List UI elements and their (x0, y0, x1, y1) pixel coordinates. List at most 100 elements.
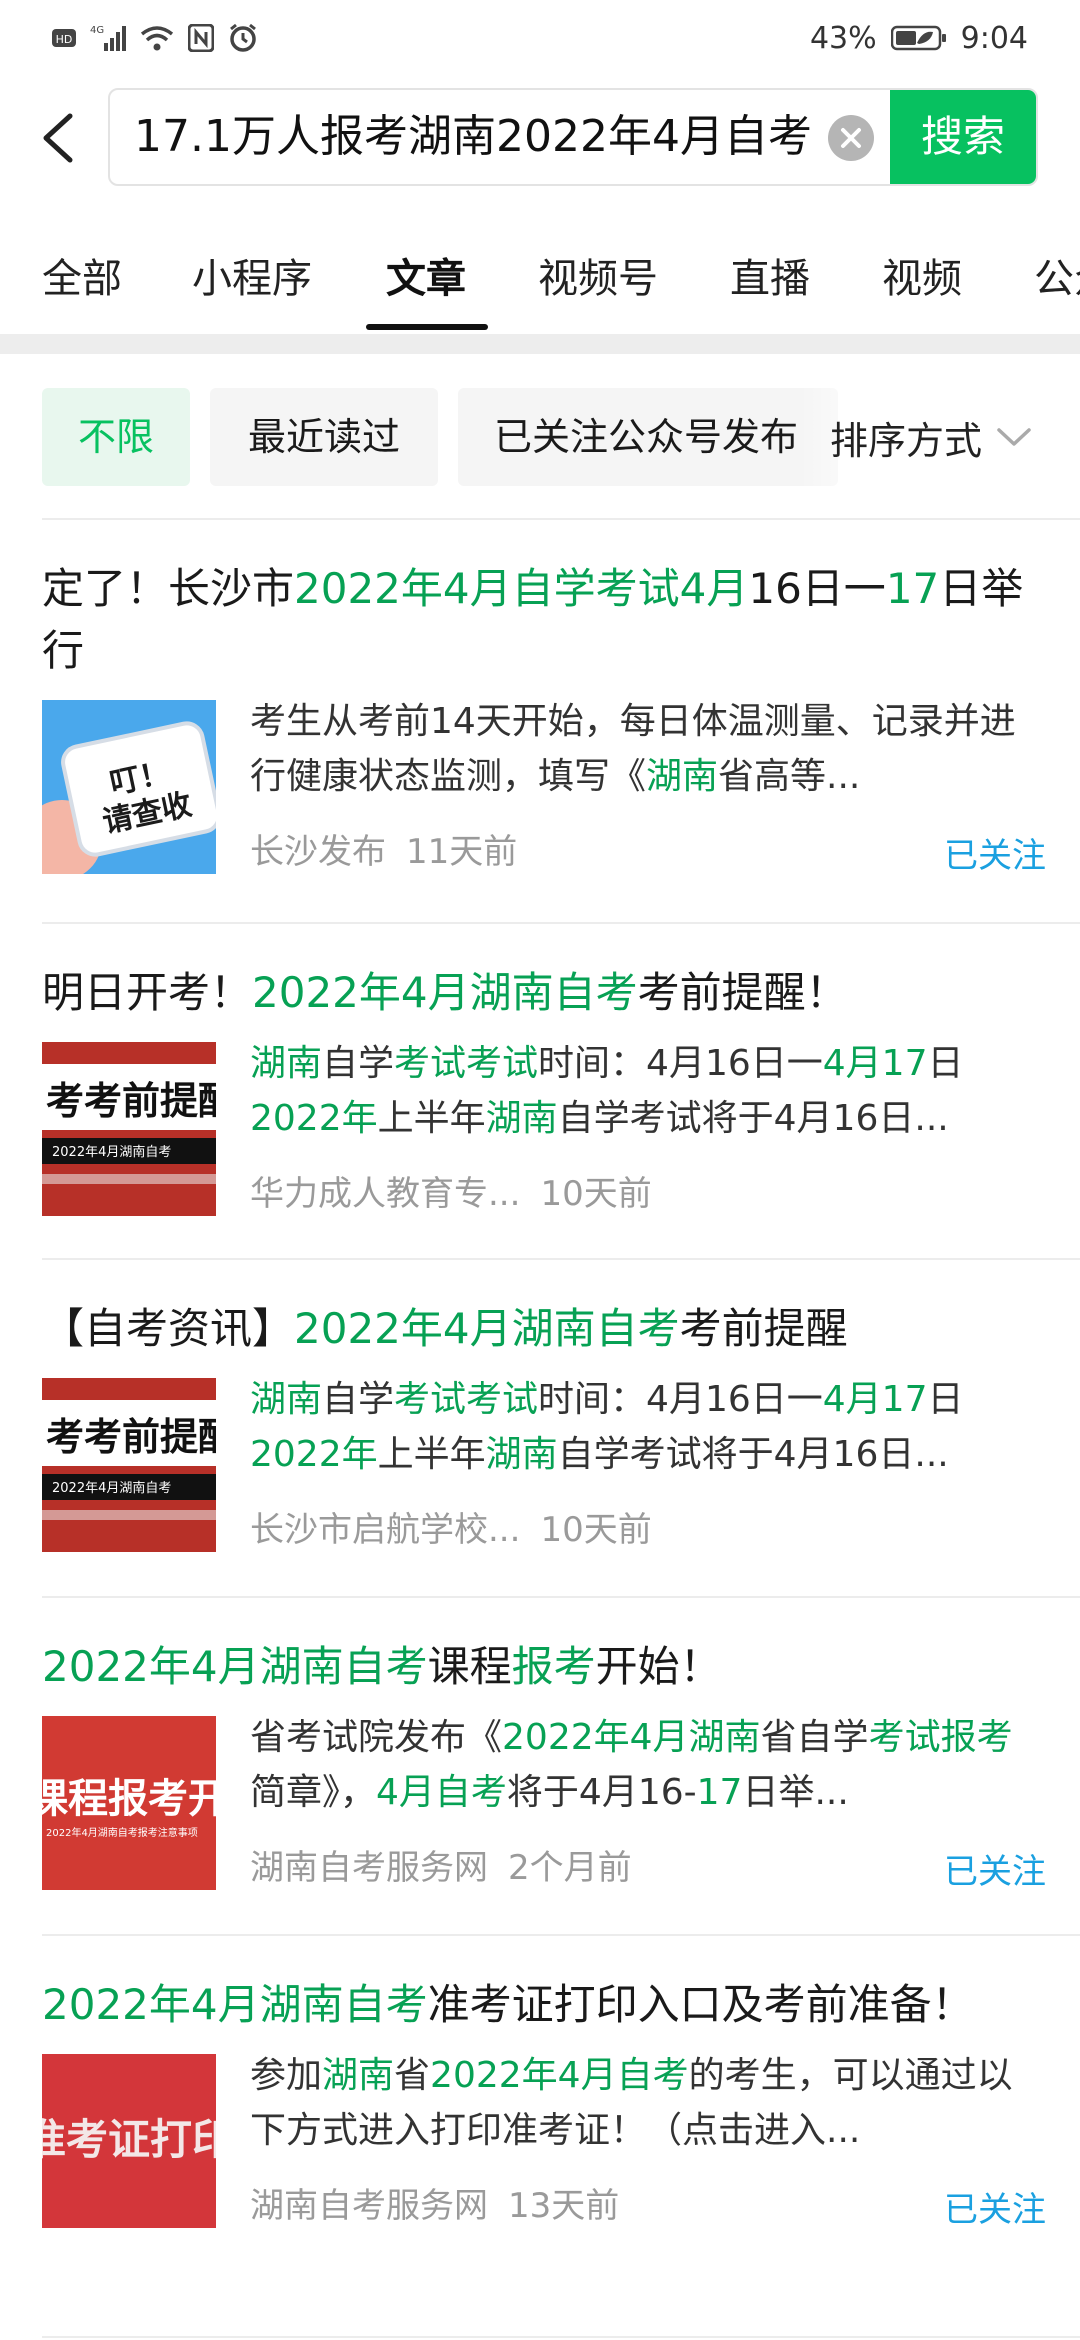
article-thumbnail: 课程报考开始 2022年4月湖南自考报考注意事项 (42, 1716, 216, 1890)
article-title: 2022年4月湖南自考课程报考开始！ (42, 1636, 1032, 1698)
text-run: 省考试院发布《 (250, 1717, 503, 1758)
filter-chip-followed-accounts[interactable]: 已关注公众号发布 (458, 388, 838, 486)
close-icon (841, 128, 861, 148)
article-item[interactable]: 定了！长沙市2022年4月自学考试4月16日一17日举行 叮！ 请查收 考生从考… (42, 558, 1046, 876)
svg-text:2022年4月湖南自考: 2022年4月湖南自考 (52, 1480, 171, 1496)
sort-dropdown[interactable]: 排序方式 (800, 388, 1080, 486)
svg-text:考考前提醒: 考考前提醒 (46, 1078, 216, 1123)
article-time: 2个月前 (508, 1848, 632, 1888)
text-run: 省高等... (718, 756, 861, 797)
search-row: 17.1万人报考湖南2022年4月自考 搜索 (0, 88, 1080, 188)
article-title: 明日开考！2022年4月湖南自考考前提醒！ (42, 962, 1032, 1024)
text-run: 考生从考前14天开始，每日体温测量、记录并进行健康状态监测，填写《 (250, 701, 1016, 797)
admission-ticket-banner-icon: 准考证打印 (42, 2054, 216, 2228)
search-button[interactable]: 搜索 (890, 90, 1036, 184)
text-run: 开始！ (595, 1642, 722, 1691)
svg-text:课程报考开始: 课程报考开始 (42, 1776, 216, 1822)
text-run: 准考证打印入口及考前准备！ (427, 1980, 974, 2029)
divider (42, 1258, 1080, 1260)
article-body: 课程报考开始 2022年4月湖南自考报考注意事项 省考试院发布《2022年4月湖… (42, 1716, 1046, 1892)
article-summary: 湖南自学考试考试时间：4月16日一4月17日 2022年上半年湖南自学考试将于4… (250, 1372, 1040, 1482)
tab-mini-programs[interactable]: 小程序 (192, 244, 312, 314)
article-source[interactable]: 湖南自考服务网 (250, 1848, 488, 1888)
article-item[interactable]: 【自考资讯】2022年4月湖南自考考前提醒 考考前提醒 2022年4月湖南自考 … (42, 1298, 1042, 1554)
status-left: HD 4G (52, 23, 258, 53)
alarm-icon (228, 23, 258, 53)
highlighted-keyword: 2022年4月湖南自考 (294, 1304, 680, 1353)
article-title: 【自考资讯】2022年4月湖南自考考前提醒 (42, 1298, 1032, 1360)
followed-badge: 已关注 (944, 1852, 1046, 1892)
article-thumbnail: 准考证打印 (42, 2054, 216, 2228)
svg-text:HD: HD (56, 33, 73, 46)
highlighted-keyword: 17 (696, 1772, 743, 1813)
article-item[interactable]: 2022年4月湖南自考课程报考开始！ 课程报考开始 2022年4月湖南自考报考注… (42, 1636, 1046, 1892)
article-item[interactable]: 2022年4月湖南自考准考证打印入口及考前准备！ 准考证打印 参加湖南省2022… (42, 1974, 1046, 2230)
battery-icon (890, 24, 947, 52)
highlighted-keyword: 2022年4月湖南自考 (252, 968, 638, 1017)
article-meta: 湖南自考服务网 13天前 (250, 2178, 619, 2227)
text-run: 考前提醒 (679, 1304, 848, 1353)
status-right: 43% 9:04 (810, 21, 1028, 56)
tab-articles[interactable]: 文章 (386, 244, 466, 314)
article-body: 准考证打印 参加湖南省2022年4月自考的考生，可以通过以下方式进入打印准考证！… (42, 2054, 1046, 2230)
tab-all[interactable]: 全部 (42, 244, 122, 314)
clear-button[interactable] (828, 115, 874, 161)
highlighted-keyword: 2022年4月湖南自考 (42, 1642, 428, 1691)
text-run: 省自学 (760, 1717, 869, 1758)
followed-badge: 已关注 (944, 836, 1046, 876)
article-title: 定了！长沙市2022年4月自学考试4月16日一17日举行 (42, 558, 1032, 682)
article-body: 叮！ 请查收 考生从考前14天开始，每日体温测量、记录并进行健康状态监测，填写《… (42, 700, 1046, 876)
text-run: 简章》， (250, 1772, 377, 1813)
tab-live[interactable]: 直播 (730, 244, 810, 314)
filter-chip-any[interactable]: 不限 (42, 388, 190, 486)
article-source[interactable]: 湖南自考服务网 (250, 2186, 488, 2226)
article-time: 10天前 (540, 1510, 652, 1550)
registration-banner-icon: 课程报考开始 2022年4月湖南自考报考注意事项 (42, 1716, 216, 1890)
highlighted-keyword: 湖南 (485, 1098, 558, 1139)
article-meta: 长沙市启航学校... 10天前 (250, 1502, 652, 1551)
category-tabs: 全部 小程序 文章 视频号 直播 视频 公众号 (0, 224, 1080, 334)
highlighted-keyword: 2022年4月自考 (430, 2055, 689, 2096)
svg-text:准考证打印: 准考证打印 (42, 2115, 216, 2164)
article-summary: 湖南自学考试考试时间：4月16日一4月17日 2022年上半年湖南自学考试将于4… (250, 1036, 1040, 1146)
highlighted-keyword: 2022年4月湖南 (502, 1717, 761, 1758)
filter-bar: 不限 最近读过 已关注公众号发布 排序方式 (0, 388, 1080, 488)
text-run: 自学 (322, 1379, 395, 1420)
text-run: 时间：4月16日一 (538, 1379, 823, 1420)
article-summary: 参加湖南省2022年4月自考的考生，可以通过以下方式进入打印准考证！（点击进入.… (250, 2048, 1040, 2158)
divider (42, 1934, 1080, 1936)
article-source[interactable]: 长沙市启航学校... (250, 1510, 520, 1550)
chevron-down-icon (997, 428, 1031, 446)
highlighted-keyword: 4月17 (822, 1043, 928, 1084)
article-item[interactable]: 明日开考！2022年4月湖南自考考前提醒！ 考考前提醒 2022年4月湖南自考 … (42, 962, 1042, 1218)
article-title: 2022年4月湖南自考准考证打印入口及考前准备！ (42, 1974, 1032, 2036)
tab-official-accounts[interactable]: 公众号 (1034, 244, 1080, 314)
article-summary: 考生从考前14天开始，每日体温测量、记录并进行健康状态监测，填写《湖南省高等..… (250, 694, 1040, 804)
highlighted-keyword: 湖南 (322, 2055, 395, 2096)
text-run: 上半年 (377, 1434, 486, 1475)
tab-channels[interactable]: 视频号 (538, 244, 658, 314)
text-run: 【自考资讯】 (42, 1304, 295, 1353)
text-run: 日 (927, 1379, 964, 1420)
filter-chip-recently-read[interactable]: 最近读过 (210, 388, 438, 486)
tab-videos[interactable]: 视频 (882, 244, 962, 314)
article-source[interactable]: 华力成人教育专... (250, 1174, 520, 1214)
back-button[interactable] (30, 110, 86, 166)
article-meta: 湖南自考服务网 2个月前 (250, 1840, 632, 1889)
highlighted-keyword: 2022年 (250, 1434, 378, 1475)
divider (42, 2336, 1080, 2338)
search-input[interactable]: 17.1万人报考湖南2022年4月自考 (134, 90, 834, 184)
nfc-icon (188, 24, 214, 52)
article-time: 11天前 (406, 832, 518, 872)
text-run: 自学考试将于4月16日... (557, 1098, 949, 1139)
text-run: 定了！长沙市 (42, 564, 295, 613)
highlighted-keyword: 考试考试 (394, 1379, 539, 1420)
text-run: 时间：4月16日一 (538, 1043, 823, 1084)
article-source[interactable]: 长沙发布 (250, 832, 386, 872)
search-box[interactable]: 17.1万人报考湖南2022年4月自考 搜索 (108, 88, 1038, 186)
divider (42, 922, 1080, 924)
highlighted-keyword: 湖南 (485, 1434, 558, 1475)
text-run: 参加 (250, 2055, 323, 2096)
svg-text:2022年4月湖南自考报考注意事项: 2022年4月湖南自考报考注意事项 (46, 1826, 198, 1839)
article-time: 10天前 (540, 1174, 652, 1214)
